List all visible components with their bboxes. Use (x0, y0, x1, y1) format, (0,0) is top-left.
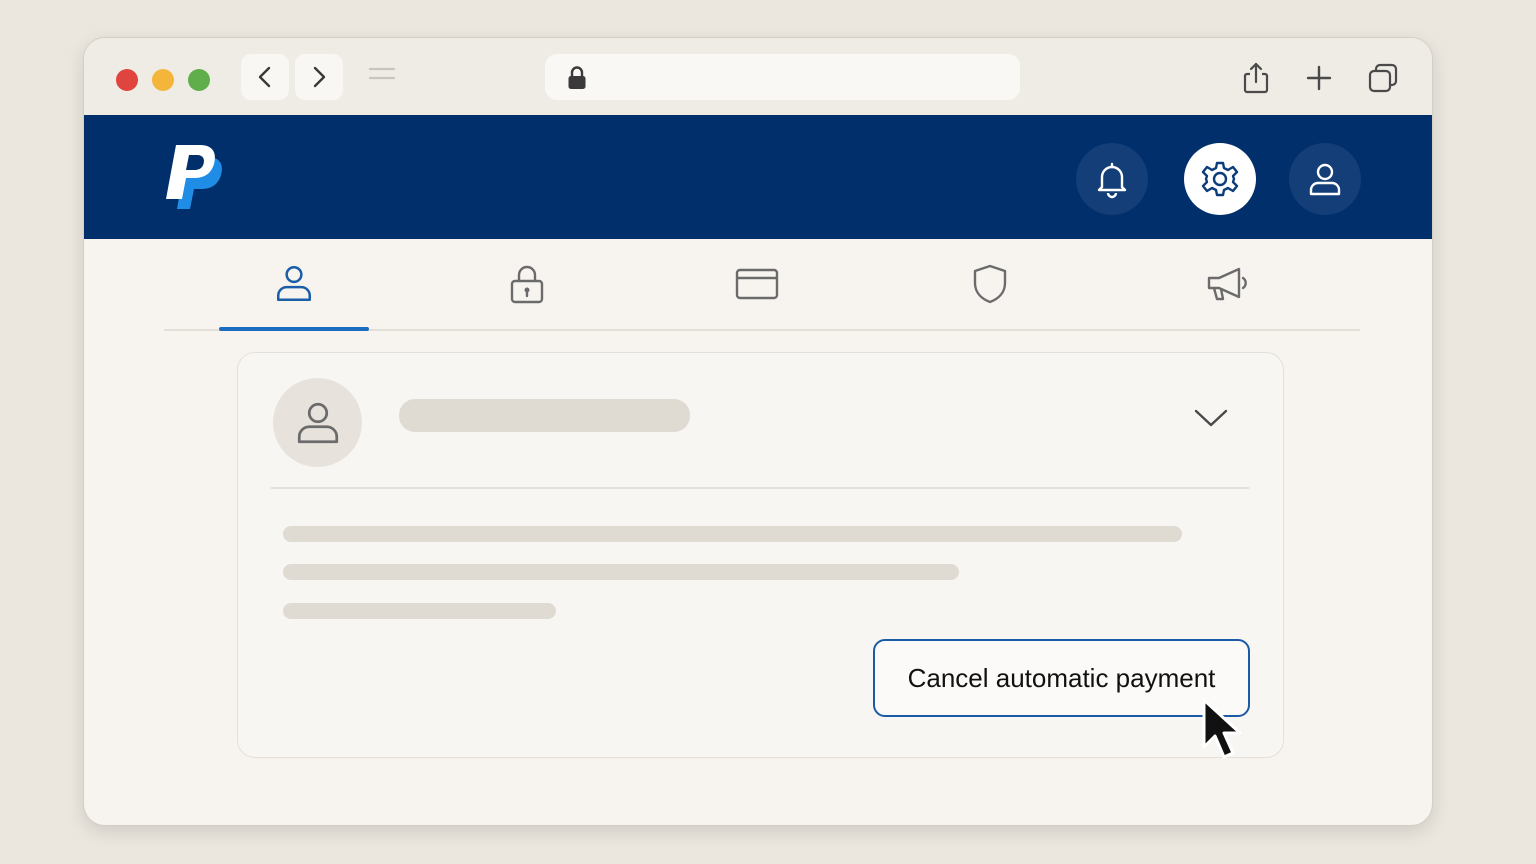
merchant-name-placeholder (399, 399, 690, 432)
lock-icon (568, 66, 586, 89)
site-header (84, 115, 1432, 239)
chevron-left-icon (258, 66, 271, 88)
browser-toolbar (84, 38, 1432, 115)
tabs-overview-icon (1368, 63, 1398, 93)
user-icon (276, 265, 312, 302)
settings-tabs (164, 239, 1360, 331)
detail-line-placeholder (283, 526, 1182, 542)
detail-line-placeholder (283, 603, 556, 619)
share-icon (1243, 62, 1269, 94)
tabs-overview-button[interactable] (1365, 60, 1401, 96)
back-button[interactable] (241, 54, 289, 100)
card-divider (271, 487, 1249, 489)
credit-card-icon (735, 268, 779, 300)
tab-security[interactable] (452, 239, 602, 329)
share-button[interactable] (1238, 60, 1274, 96)
paypal-logo-icon (166, 145, 222, 209)
automatic-payment-card: Cancel automatic payment (237, 352, 1284, 758)
notifications-button[interactable] (1076, 143, 1148, 215)
bell-icon (1097, 162, 1127, 199)
sidebar-toggle-button[interactable] (366, 64, 398, 86)
merchant-avatar (273, 378, 362, 467)
tab-notifications[interactable] (1153, 239, 1303, 329)
shield-icon (973, 264, 1007, 304)
cancel-automatic-payment-button[interactable]: Cancel automatic payment (873, 639, 1250, 717)
user-icon (297, 402, 338, 443)
detail-line-placeholder (283, 564, 959, 580)
settings-button[interactable] (1184, 143, 1256, 215)
close-window-button[interactable] (116, 69, 138, 91)
mouse-cursor-icon (1202, 698, 1242, 759)
gear-icon (1201, 161, 1239, 197)
plus-icon (1306, 65, 1332, 91)
zoom-window-button[interactable] (188, 69, 210, 91)
profile-button[interactable] (1289, 143, 1361, 215)
chevron-down-icon (1194, 409, 1228, 427)
address-bar[interactable] (545, 54, 1020, 100)
user-icon (1309, 163, 1341, 196)
megaphone-icon (1207, 267, 1247, 301)
sidebar-icon (368, 67, 396, 80)
tab-data-privacy[interactable] (915, 239, 1065, 329)
expand-button[interactable] (1193, 407, 1229, 434)
lock-icon (510, 265, 544, 304)
tab-account[interactable] (219, 239, 369, 331)
chevron-right-icon (313, 66, 326, 88)
tab-payments[interactable] (682, 239, 832, 329)
new-tab-button[interactable] (1301, 60, 1337, 96)
minimize-window-button[interactable] (152, 69, 174, 91)
forward-button[interactable] (295, 54, 343, 100)
paypal-logo[interactable] (164, 143, 226, 218)
